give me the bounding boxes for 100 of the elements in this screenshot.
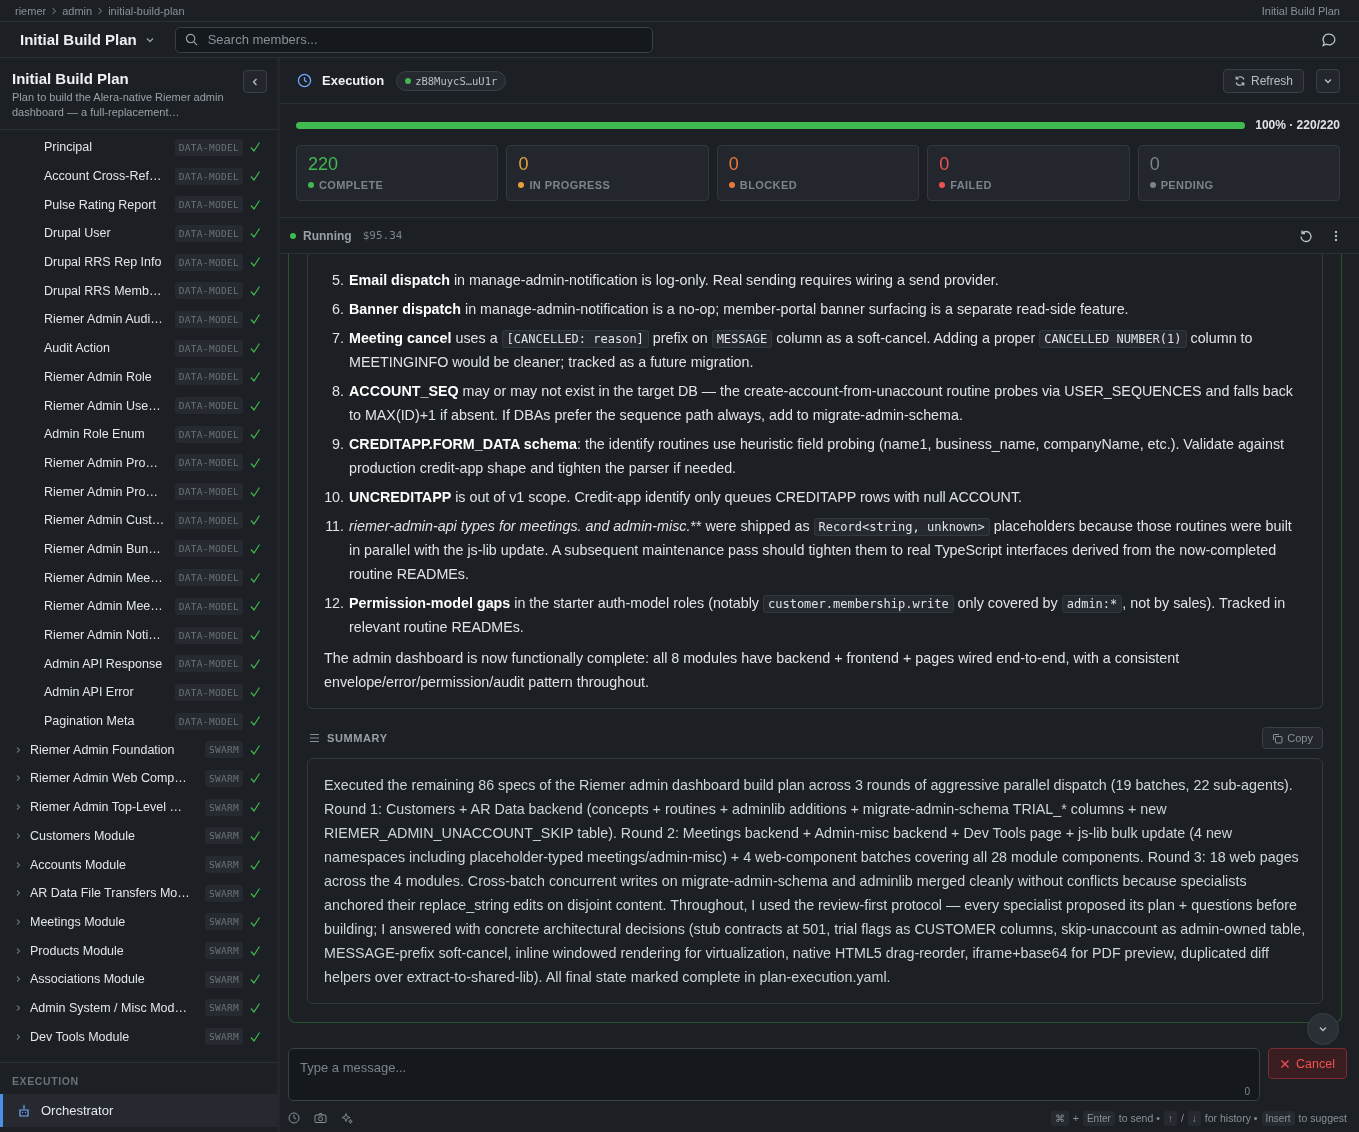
sparkle-icon[interactable]: [341, 1112, 353, 1124]
tree-item[interactable]: Riemer Admin Use…: [44, 398, 169, 413]
chevron-icon[interactable]: [14, 1032, 22, 1041]
tree-item[interactable]: Riemer Admin Cust…: [44, 513, 169, 528]
chevron-icon[interactable]: [14, 889, 22, 898]
search-icon: [184, 33, 198, 46]
section-title: Execution: [322, 73, 385, 88]
tree-item[interactable]: Admin API Error: [44, 685, 169, 700]
restart-icon[interactable]: [1299, 228, 1313, 243]
tag: SWARM: [204, 970, 243, 988]
tree-item[interactable]: Riemer Admin Top-Level …: [30, 800, 199, 815]
tag: DATA-MODEL: [174, 196, 243, 214]
breadcrumb-link[interactable]: admin: [62, 4, 93, 17]
chevron-icon[interactable]: [14, 1003, 22, 1012]
tree-item[interactable]: Pagination Meta: [44, 714, 169, 729]
tree-item[interactable]: Riemer Admin Role: [44, 369, 169, 384]
tree-item[interactable]: Riemer Admin Foundation: [30, 742, 199, 757]
tree-item[interactable]: Customers Module: [30, 828, 199, 843]
chat-icon[interactable]: [1321, 31, 1337, 48]
chevron-icon[interactable]: [14, 803, 22, 812]
list-item-text: Permission-model gaps in the starter auth-model roles (notably customer.membership.write only covered by admin:* , not by sales). Tracked in relevant routine READMEs.: [349, 594, 1287, 637]
tag: SWARM: [204, 741, 243, 759]
tree-item[interactable]: Drupal User: [44, 226, 169, 241]
breadcrumb-link[interactable]: riemer: [15, 4, 47, 17]
key-hint: Enter: [1082, 1110, 1115, 1126]
plan-dropdown[interactable]: Initial Build Plan: [20, 31, 155, 48]
cancel-button[interactable]: Cancel: [1268, 1048, 1347, 1079]
tree-item[interactable]: Riemer Admin Pro…: [44, 484, 169, 499]
nav-item[interactable]: Orchestrator: [0, 1094, 277, 1127]
more-icon[interactable]: [1334, 228, 1338, 243]
tag: SWARM: [204, 884, 243, 902]
tree-item[interactable]: Audit Action: [44, 341, 169, 356]
list-number: 8.: [331, 382, 344, 401]
tree-item[interactable]: Associations Module: [30, 972, 199, 987]
tree-item[interactable]: Drupal RRS Rep Info: [44, 255, 169, 270]
breadcrumb-link[interactable]: initial-build-plan: [108, 4, 185, 17]
tree-item[interactable]: Riemer Admin Mee…: [44, 570, 169, 585]
tree-item[interactable]: Principal: [44, 140, 169, 155]
tree-item[interactable]: Riemer Admin Web Comp…: [30, 771, 199, 786]
camera-icon[interactable]: [314, 1112, 327, 1124]
tag: SWARM: [204, 913, 243, 931]
tree-item[interactable]: Riemer Admin Bun…: [44, 541, 169, 556]
dropdown-button[interactable]: [1316, 68, 1340, 93]
search-input[interactable]: Search members...: [205, 31, 643, 48]
chevron-icon: [51, 6, 58, 15]
list-item-text: ACCOUNT_SEQ may or may not exist in the target DB — the create-account-from-unaccount routine probes via USER_SEQUENCES and falls back to MAX(ID)+1 if absent. If DBAs prefer the sequence path always, add to migrate-admin-schema.: [349, 382, 1294, 425]
plan-title: Initial Build Plan: [12, 70, 130, 87]
tag: DATA-MODEL: [174, 597, 243, 615]
tree-item[interactable]: Drupal RRS Memb…: [44, 283, 169, 298]
tree-item[interactable]: Riemer Admin Pro…: [44, 455, 169, 470]
tag: DATA-MODEL: [174, 483, 243, 501]
tag: SWARM: [204, 769, 243, 787]
chevron-icon: [250, 76, 260, 87]
chevron-icon[interactable]: [14, 975, 22, 984]
stat-card: 0 IN PROGRESS: [506, 145, 709, 201]
tree-item[interactable]: Account Cross-Ref…: [44, 169, 169, 184]
run-id-badge: zB8MuycS…uU1r: [396, 70, 507, 91]
tree-item[interactable]: Riemer Admin Noti…: [44, 628, 169, 643]
tree-item[interactable]: Meetings Module: [30, 914, 199, 929]
tag: DATA-MODEL: [174, 569, 243, 587]
chevron-icon[interactable]: [14, 745, 22, 754]
chevron-icon[interactable]: [14, 774, 22, 783]
tree-item[interactable]: Admin API Response: [44, 656, 169, 671]
search-field[interactable]: Search members...: [174, 26, 653, 53]
history-icon[interactable]: [288, 1112, 300, 1124]
tree-item[interactable]: Riemer Admin Mee…: [44, 599, 169, 614]
key-hint: ↑: [1163, 1110, 1177, 1126]
clock-icon: [297, 73, 312, 88]
scroll-down-button[interactable]: [1307, 1013, 1339, 1045]
chevron-icon[interactable]: [14, 860, 22, 869]
copy-button[interactable]: Copy: [1262, 727, 1323, 749]
tag: SWARM: [204, 1028, 243, 1046]
list-number: 6.: [331, 300, 344, 319]
tree-item[interactable]: AR Data File Transfers Mo…: [30, 886, 199, 901]
list-item-text: Meeting cancel uses a [CANCELLED: reason] prefix on MESSAGE column as a soft-cancel. Adding a proper CANCELLED NUMBER(1) column to MEETINGINFO would be cleaner; tracked as a future migration.: [349, 329, 1254, 372]
refresh-icon: [1233, 74, 1246, 87]
collapse-button[interactable]: [243, 70, 267, 93]
tree-item[interactable]: Riemer Admin Audi…: [44, 312, 169, 327]
tag: DATA-MODEL: [174, 167, 243, 185]
refresh-button[interactable]: Refresh: [1222, 68, 1304, 93]
tree-item[interactable]: Admin System / Misc Mod…: [30, 1000, 199, 1015]
tree-item[interactable]: Dev Tools Module: [30, 1029, 199, 1044]
tag: SWARM: [204, 798, 243, 816]
hint-text: for history •: [1204, 1112, 1258, 1124]
tag: DATA-MODEL: [174, 655, 243, 673]
list-number: 7.: [331, 329, 344, 348]
stat-card: 0 BLOCKED: [716, 145, 920, 201]
chevron-icon[interactable]: [14, 946, 22, 955]
chevron-icon: [1318, 1024, 1328, 1034]
tree-item[interactable]: Accounts Module: [30, 857, 199, 872]
chevron-icon[interactable]: [14, 831, 22, 840]
tree-item[interactable]: Pulse Rating Report: [44, 197, 169, 212]
tree-item[interactable]: Admin Role Enum: [44, 427, 169, 442]
tag: DATA-MODEL: [174, 224, 243, 242]
list-item-text: riemer-admin-api types for meetings. and admin-misc.** were shipped as Record<string, unknown> placeholders because those routines were built in parallel with the js-lib update. A subsequent maintenance pass should tighten them to real TypeScript interfaces derived from the now-completed routine READMEs.: [349, 517, 1293, 584]
message-field[interactable]: Type a message... 0: [288, 1048, 1261, 1101]
list-number: 9.: [331, 435, 344, 454]
tree-item[interactable]: Products Module: [30, 943, 199, 958]
tag: DATA-MODEL: [174, 253, 243, 271]
chevron-icon[interactable]: [14, 917, 22, 926]
